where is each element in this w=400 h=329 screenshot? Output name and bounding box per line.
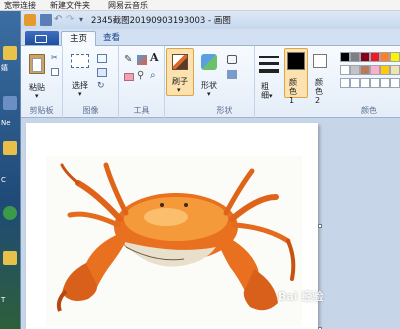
baidu-watermark: Bai 经验 bbox=[278, 290, 324, 303]
fill-icon[interactable] bbox=[137, 55, 147, 65]
palette-swatch[interactable] bbox=[390, 52, 400, 62]
eraser-icon[interactable] bbox=[124, 73, 134, 81]
image-group: 选择 ▾ ↻ 图像 bbox=[63, 46, 119, 118]
palette-swatch[interactable] bbox=[340, 65, 350, 75]
tab-home[interactable]: 主页 bbox=[61, 31, 97, 46]
canvas-workspace[interactable] bbox=[21, 118, 400, 329]
size-line-thin-icon[interactable] bbox=[259, 56, 279, 58]
palette-swatch[interactable] bbox=[340, 78, 350, 88]
magnifier-icon[interactable]: ⌕ bbox=[150, 71, 160, 81]
crab-image bbox=[46, 156, 302, 326]
ribbon-tab-row: 主页 查看 bbox=[21, 29, 400, 46]
palette-swatch[interactable] bbox=[390, 65, 400, 75]
palette-swatch[interactable] bbox=[360, 65, 370, 75]
window-title: 2345截图20190903193003 - 画图 bbox=[91, 16, 231, 26]
color1-label[interactable]: 颜色 1 bbox=[289, 78, 301, 105]
globe-icon[interactable] bbox=[3, 206, 17, 220]
pencil-icon[interactable]: ✎ bbox=[124, 55, 134, 65]
resize-icon[interactable] bbox=[97, 68, 107, 77]
folder-icon[interactable] bbox=[3, 141, 17, 155]
copy-icon[interactable] bbox=[51, 68, 59, 76]
paint-window: ↶ ↷ ▾ 2345截图20190903193003 - 画图 主页 查看 粘贴… bbox=[20, 11, 400, 329]
chevron-down-icon[interactable]: ▾ bbox=[78, 90, 82, 98]
image-group-label: 图像 bbox=[82, 106, 99, 115]
outline-icon[interactable] bbox=[227, 55, 237, 64]
color-picker-icon[interactable]: ⚲ bbox=[137, 71, 147, 81]
text-icon[interactable]: A bbox=[150, 52, 160, 64]
tools-group: ✎ A ⚲ ⌕ 工具 bbox=[119, 46, 165, 118]
size-line-thick-icon[interactable] bbox=[259, 69, 279, 73]
cut-icon[interactable]: ✂ bbox=[51, 54, 59, 62]
quick-access-dropdown-icon[interactable]: ▾ bbox=[79, 14, 91, 26]
palette-swatch[interactable] bbox=[380, 52, 390, 62]
desktop-icon-label: T bbox=[1, 296, 6, 304]
palette-swatch[interactable] bbox=[350, 65, 360, 75]
palette-swatch[interactable] bbox=[380, 65, 390, 75]
desktop-shortcut-netease-music[interactable]: 网易云音乐 bbox=[108, 0, 148, 11]
palette-swatch[interactable] bbox=[360, 52, 370, 62]
colors-group-label: 颜色 bbox=[361, 106, 377, 115]
palette-swatch[interactable] bbox=[380, 78, 390, 88]
desktop-icon-label: Ne bbox=[1, 119, 11, 127]
palette-swatch[interactable] bbox=[370, 52, 380, 62]
palette-swatch[interactable] bbox=[340, 52, 350, 62]
canvas-resize-handle-right[interactable] bbox=[318, 224, 322, 228]
rotate-icon[interactable]: ↻ bbox=[97, 82, 107, 91]
desktop-shortcut-new-folder[interactable]: 新建文件夹 bbox=[50, 0, 90, 11]
desktop-icon-label: 嬉 bbox=[1, 64, 8, 72]
redo-icon[interactable]: ↷ bbox=[66, 14, 78, 26]
palette-swatch[interactable] bbox=[350, 78, 360, 88]
clipboard-group-label: 剪贴板 bbox=[29, 106, 54, 115]
palette-swatch[interactable] bbox=[370, 65, 380, 75]
color2-swatch[interactable] bbox=[313, 54, 327, 68]
select-icon[interactable] bbox=[71, 54, 89, 68]
tab-view[interactable]: 查看 bbox=[95, 31, 128, 46]
palette-swatch[interactable] bbox=[390, 78, 400, 88]
paste-sheet-icon bbox=[32, 58, 42, 72]
save-icon[interactable] bbox=[40, 14, 52, 26]
color2-label[interactable]: 颜色 2 bbox=[315, 78, 327, 105]
palette-swatch[interactable] bbox=[370, 78, 380, 88]
brushes-group: 刷子 ▾ bbox=[165, 46, 195, 118]
palette-swatch[interactable] bbox=[360, 78, 370, 88]
fill-style-icon[interactable] bbox=[227, 70, 237, 79]
drawing-canvas[interactable] bbox=[26, 123, 318, 329]
color1-swatch[interactable] bbox=[287, 52, 305, 70]
size-group: 粗细 ▾ bbox=[255, 46, 283, 118]
desktop-shortcut-broadband[interactable]: 宽带连接 bbox=[4, 0, 36, 11]
chevron-down-icon[interactable]: ▾ bbox=[269, 92, 273, 100]
desktop-background: 嬉 Ne C T bbox=[0, 11, 20, 329]
paint-menu-button[interactable] bbox=[25, 31, 59, 45]
shapes-group-label: 形状 bbox=[216, 106, 233, 115]
ribbon: 粘贴 ▾ ✂ 剪贴板 选择 ▾ ↻ 图像 ✎ A ⚲ ⌕ 工具 刷子 ▾ 形状 … bbox=[21, 46, 400, 118]
palette-swatch[interactable] bbox=[350, 52, 360, 62]
computer-icon[interactable] bbox=[3, 96, 17, 110]
tools-group-label: 工具 bbox=[133, 106, 150, 115]
undo-icon[interactable]: ↶ bbox=[54, 14, 66, 26]
chevron-down-icon[interactable]: ▾ bbox=[177, 86, 181, 94]
title-bar: ↶ ↷ ▾ 2345截图20190903193003 - 画图 bbox=[21, 11, 400, 29]
active-colors-group: 颜色 1 颜色 2 bbox=[283, 46, 337, 118]
chevron-down-icon[interactable]: ▾ bbox=[207, 90, 211, 98]
colors-group: 颜色 bbox=[337, 46, 400, 118]
folder-icon[interactable] bbox=[3, 46, 17, 60]
chevron-down-icon[interactable]: ▾ bbox=[35, 92, 39, 100]
folder-icon[interactable] bbox=[3, 251, 17, 265]
desktop-shortcut-bar: 宽带连接 新建文件夹 网易云音乐 bbox=[0, 0, 400, 11]
brush-icon[interactable] bbox=[172, 54, 188, 70]
paint-app-icon[interactable] bbox=[24, 14, 36, 26]
desktop-icon-label: C bbox=[1, 176, 6, 184]
crop-icon[interactable] bbox=[97, 54, 107, 63]
size-line-medium-icon[interactable] bbox=[259, 62, 279, 65]
clipboard-group: 粘贴 ▾ ✂ 剪贴板 bbox=[21, 46, 63, 118]
shapes-group: 形状 ▾ 形状 bbox=[195, 46, 255, 118]
shapes-icon[interactable] bbox=[201, 54, 217, 70]
